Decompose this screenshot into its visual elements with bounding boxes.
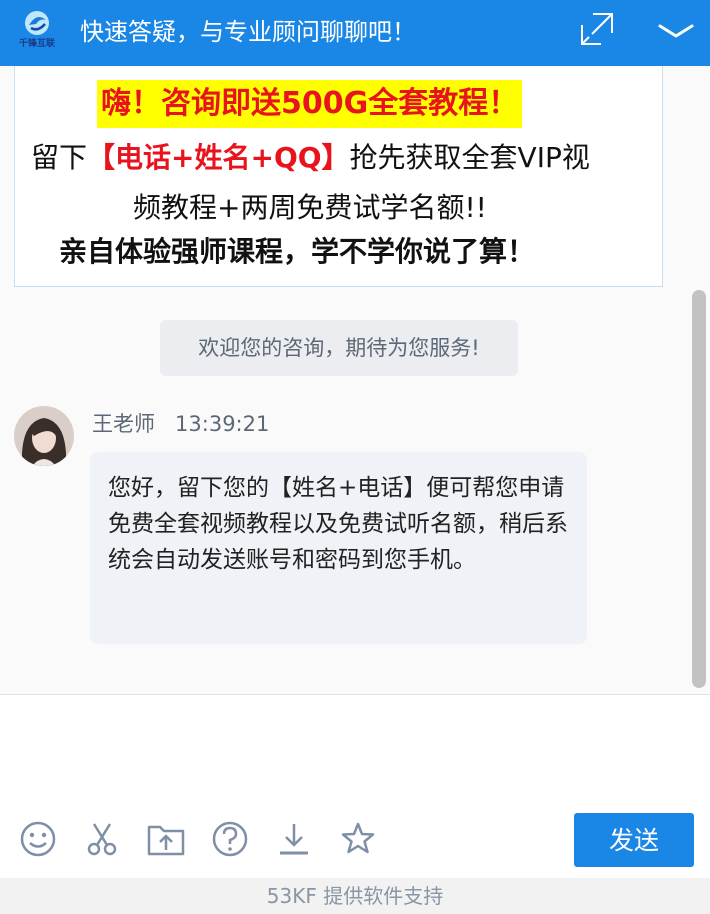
emoji-button[interactable]	[18, 819, 58, 859]
screenshot-button[interactable]	[82, 819, 122, 859]
scissors-icon	[87, 823, 117, 856]
favorite-button[interactable]	[338, 819, 378, 859]
header-title: 快速答疑，与专业顾问聊聊吧！	[80, 18, 416, 46]
upload-file-button[interactable]	[146, 819, 186, 859]
minimize-button[interactable]	[656, 16, 696, 46]
download-button[interactable]	[274, 819, 314, 859]
welcome-message: 欢迎您的咨询，期待为您服务!	[160, 320, 518, 376]
chevron-down-icon	[658, 24, 694, 38]
banner-line-4: 亲自体验强师课程，学不学你说了算！	[59, 235, 536, 268]
chat-messages[interactable]: 嗨！咨询即送500G全套教程！ 留下【电话+姓名+QQ】抢先获取全套VIP视 频…	[0, 66, 710, 694]
message-input[interactable]	[12, 705, 702, 809]
message-time: 13:39:21	[175, 412, 270, 436]
expand-icon	[581, 13, 613, 45]
scrollbar-thumb[interactable]	[692, 290, 706, 688]
sender-name: 王老师	[92, 412, 155, 436]
send-button[interactable]: 发送	[574, 813, 694, 867]
chat-header: 千锋互联 快速答疑，与专业顾问聊聊吧！	[0, 0, 710, 66]
logo	[14, 8, 60, 58]
banner-line2-highlight: 【电话+姓名+QQ】	[87, 141, 350, 174]
upload-folder-icon	[147, 825, 185, 856]
banner-line-2: 留下【电话+姓名+QQ】抢先获取全套VIP视	[31, 138, 651, 178]
expand-button[interactable]	[580, 12, 614, 46]
promo-banner: 嗨！咨询即送500G全套教程！ 留下【电话+姓名+QQ】抢先获取全套VIP视 频…	[14, 66, 663, 287]
help-button[interactable]	[210, 819, 250, 859]
agent-message-text: 您好，留下您的【姓名+电话】便可帮您申请免费全套视频教程以及免费试听名额，稍后系…	[108, 475, 568, 573]
logo-icon	[25, 11, 49, 35]
star-icon	[341, 822, 375, 854]
banner-line2-suffix: 抢先获取全套VIP视	[349, 141, 590, 174]
powered-by-footer: 53KF 提供软件支持	[0, 878, 710, 914]
agent-avatar	[14, 406, 74, 466]
emoji-icon	[20, 821, 56, 857]
banner-headline: 嗨！咨询即送500G全套教程！	[97, 80, 523, 128]
banner-line-3: 频教程+两周免费试学名额!!	[133, 191, 487, 224]
logo-text: 千锋互联	[18, 39, 55, 49]
message-sender: 王老师 13:39:21	[92, 408, 269, 440]
banner-line2-prefix: 留下	[31, 141, 88, 174]
download-icon	[280, 824, 308, 855]
agent-message-bubble: 您好，留下您的【姓名+电话】便可帮您申请免费全套视频教程以及免费试听名额，稍后系…	[90, 452, 587, 644]
avatar-image	[14, 406, 74, 466]
composer: 发送	[0, 694, 710, 879]
help-icon	[212, 821, 248, 857]
